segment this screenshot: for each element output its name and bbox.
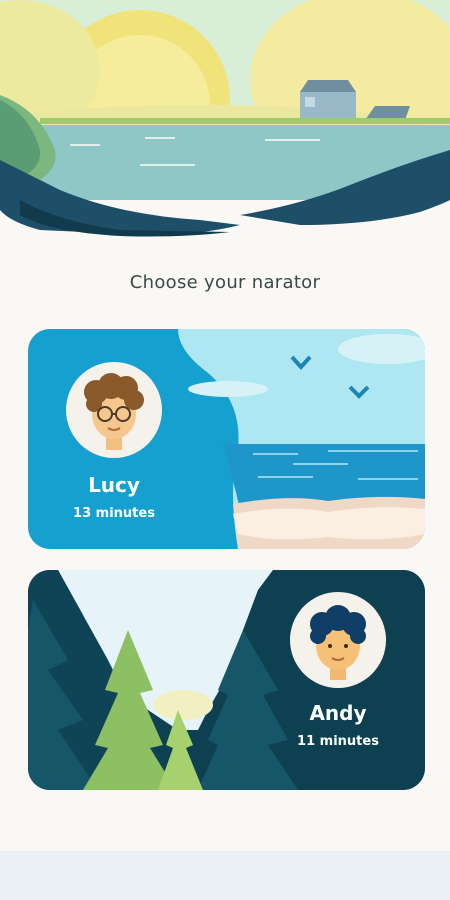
narrator-name-lucy: Lucy [88, 473, 140, 497]
bottom-bar [0, 851, 450, 900]
narrator-card-lucy[interactable]: Lucy 13 minutes [28, 329, 425, 549]
page-title: Choose your narator [129, 272, 321, 293]
avatar-andy [290, 592, 386, 688]
narrator-duration-lucy: 13 minutes [73, 506, 155, 521]
narrator-name-andy: Andy [309, 701, 367, 725]
narrator-duration-andy: 11 minutes [297, 734, 379, 749]
header-illustration [0, 0, 450, 240]
avatar-lucy [66, 362, 162, 458]
narrator-card-andy[interactable]: Andy 11 minutes [28, 570, 425, 790]
